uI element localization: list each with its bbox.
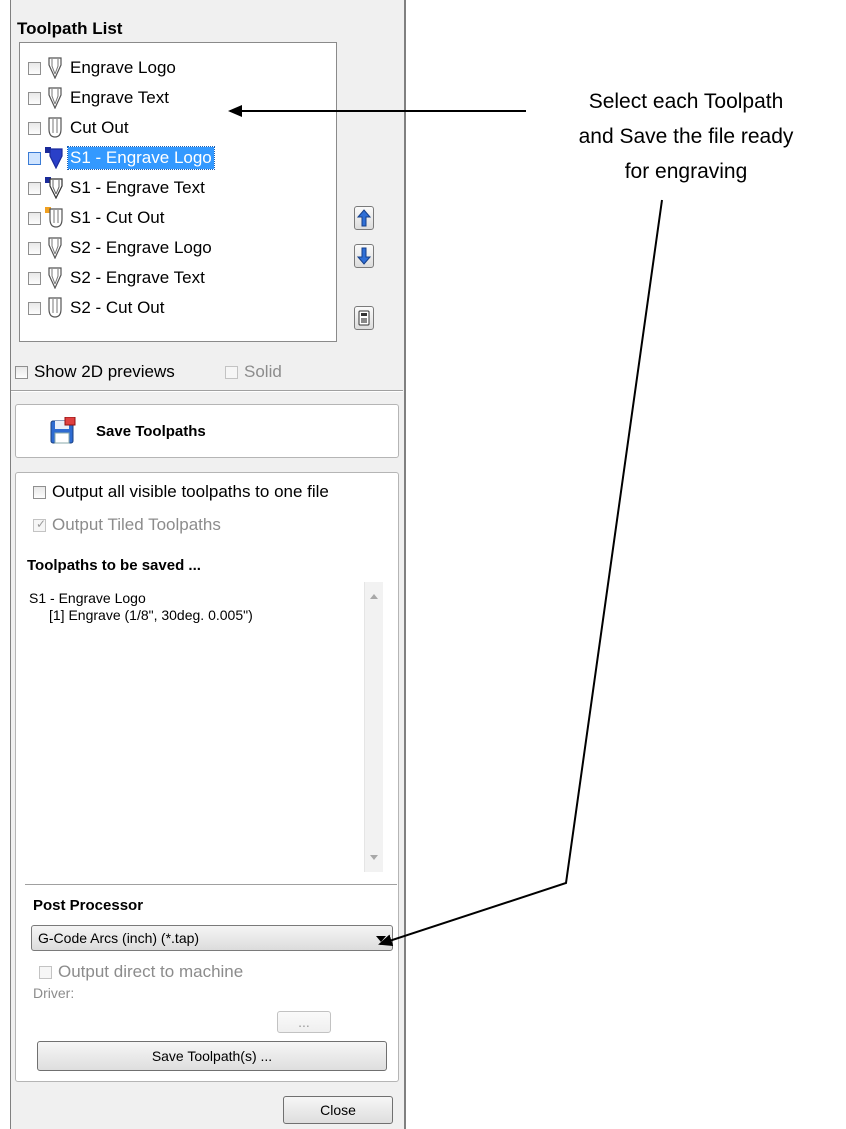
annotation-arrow-to-post-processor [378,199,663,946]
annotation-arrows [228,105,663,946]
